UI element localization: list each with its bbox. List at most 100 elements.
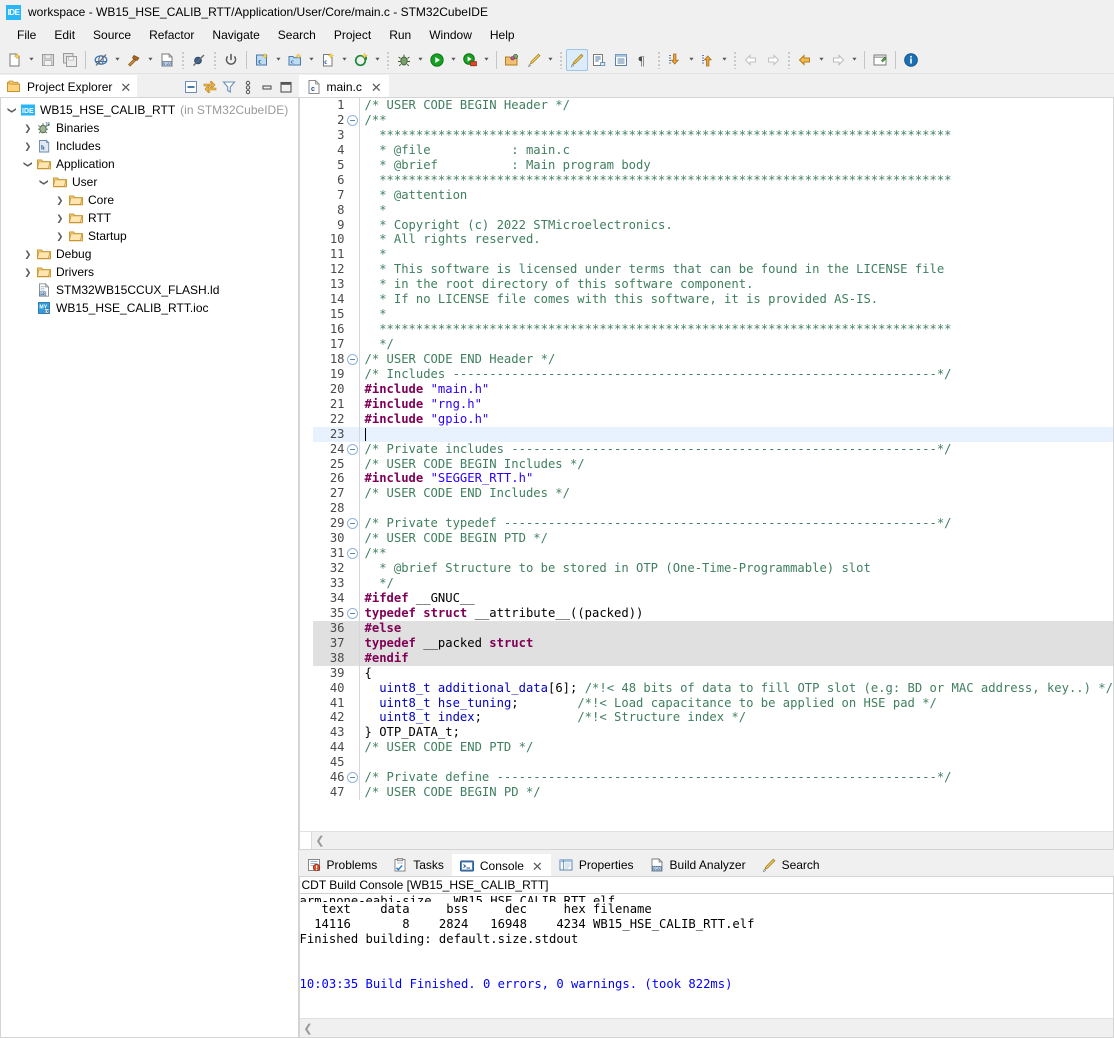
code-line[interactable]: 14 * If no LICENSE file comes with this …	[299, 292, 1113, 308]
tree-item-includes[interactable]: h Includes	[1, 137, 298, 155]
tree-item-wb15-hse-calib-rtt[interactable]: IDE WB15_HSE_CALIB_RTT (in STM32CubeIDE)	[1, 101, 298, 119]
chevron-down-icon[interactable]	[849, 49, 860, 71]
close-icon[interactable]: ✕	[532, 860, 543, 873]
chevron-down-icon[interactable]	[372, 49, 383, 71]
fold-collapse-icon[interactable]	[346, 444, 359, 455]
forward-history-icon[interactable]	[827, 49, 849, 71]
editor-marker-gutter[interactable]	[299, 665, 313, 681]
tree-item-binaries[interactable]: 10 Binaries	[1, 119, 298, 137]
menu-project[interactable]: Project	[325, 26, 380, 44]
code-line[interactable]: 13 * in the root directory of this softw…	[299, 277, 1113, 293]
editor-marker-gutter[interactable]	[299, 456, 313, 472]
code-line[interactable]: 29 /* Private typedef -------------------…	[299, 516, 1113, 532]
tab-search[interactable]: Search	[754, 854, 828, 876]
code-line[interactable]: 35 typedef struct __attribute__((packed))	[299, 605, 1113, 621]
binary-010-icon[interactable]: 010	[156, 49, 178, 71]
editor-marker-gutter[interactable]	[299, 740, 313, 756]
tab-console[interactable]: Console ✕	[451, 854, 551, 876]
chevron-right-icon[interactable]	[53, 191, 67, 209]
terminate-icon[interactable]	[220, 49, 242, 71]
scroll-left-icon[interactable]: ❮	[312, 832, 329, 849]
editor-marker-gutter[interactable]	[299, 546, 313, 562]
debug-bug-icon[interactable]	[393, 49, 415, 71]
editor-marker-gutter[interactable]	[299, 576, 313, 591]
code-line[interactable]: 27 /* USER CODE END Includes */	[299, 486, 1113, 502]
code-line[interactable]: 34 #ifdef __GNUC__	[299, 590, 1113, 606]
run-icon[interactable]	[426, 49, 448, 71]
editor-marker-gutter[interactable]	[299, 142, 313, 158]
show-whitespace-pilcrow-icon[interactable]: ¶	[632, 49, 654, 71]
link-with-editor-icon[interactable]	[202, 78, 219, 95]
editor-marker-gutter[interactable]	[299, 635, 313, 651]
code-line[interactable]: 11 *	[299, 247, 1113, 263]
tab-problems[interactable]: Problems	[299, 854, 386, 876]
code-line[interactable]: 36 #else	[299, 620, 1113, 636]
console-scroll-track[interactable]	[317, 1019, 1113, 1037]
chevron-right-icon[interactable]	[21, 263, 35, 281]
chevron-down-icon[interactable]	[26, 49, 37, 71]
menu-file[interactable]: File	[8, 26, 45, 44]
tree-item-debug[interactable]: Debug	[1, 245, 298, 263]
code-line[interactable]: 12 * This software is licensed under ter…	[299, 262, 1113, 278]
chevron-right-icon[interactable]	[21, 245, 35, 263]
editor-horizontal-scrollbar[interactable]: ❮	[298, 831, 1114, 850]
chevron-down-icon[interactable]	[339, 49, 350, 71]
code-line[interactable]: 19 /* Includes --------------------------…	[299, 366, 1113, 382]
maximize-icon[interactable]	[278, 78, 295, 95]
tree-item-wb15-hse-calib-rtt-ioc[interactable]: MY IX WB15_HSE_CALIB_RTT.ioc	[1, 299, 298, 317]
code-line[interactable]: 17 */	[299, 337, 1113, 352]
editor-marker-gutter[interactable]	[299, 127, 313, 143]
chevron-down-icon[interactable]	[145, 49, 156, 71]
chevron-down-icon[interactable]	[816, 49, 827, 71]
chevron-down-icon[interactable]	[37, 173, 51, 191]
code-line[interactable]: 3 **************************************…	[299, 127, 1113, 143]
tab-project-explorer[interactable]: Project Explorer ✕	[0, 75, 138, 97]
open-resource-icon[interactable]	[501, 49, 523, 71]
save-all-icon[interactable]	[59, 49, 81, 71]
editor-marker-gutter[interactable]	[299, 381, 313, 397]
tree-item-drivers[interactable]: Drivers	[1, 263, 298, 281]
chevron-down-icon[interactable]	[686, 49, 697, 71]
forward-disabled-icon[interactable]	[762, 49, 784, 71]
close-icon[interactable]: ✕	[120, 81, 131, 94]
scroll-left-icon[interactable]: ❮	[300, 1020, 317, 1037]
code-editor[interactable]: 1/* USER CODE BEGIN Header */2/** 3 *****…	[298, 97, 1114, 831]
code-line[interactable]: 23	[299, 426, 1113, 442]
code-line[interactable]: 9 * Copyright (c) 2022 STMicroelectronic…	[299, 217, 1113, 233]
editor-marker-gutter[interactable]	[299, 710, 313, 726]
chevron-down-icon[interactable]	[415, 49, 426, 71]
editor-marker-gutter[interactable]	[299, 650, 313, 666]
code-line[interactable]: 10 * All rights reserved.	[299, 232, 1113, 248]
open-type-icon[interactable]	[610, 49, 632, 71]
code-line[interactable]: 6 **************************************…	[299, 172, 1113, 188]
code-line[interactable]: 18 /* USER CODE END Header */	[299, 351, 1113, 367]
editor-marker-gutter[interactable]	[299, 501, 313, 517]
menu-refactor[interactable]: Refactor	[140, 26, 203, 44]
menu-navigate[interactable]: Navigate	[203, 26, 268, 44]
menu-search[interactable]: Search	[269, 26, 325, 44]
code-line[interactable]: 25 /* USER CODE BEGIN Includes */	[299, 456, 1113, 472]
code-line[interactable]: 8 *	[299, 202, 1113, 218]
code-editor-viewport[interactable]: 1/* USER CODE BEGIN Header */2/** 3 *****…	[299, 98, 1113, 831]
code-line[interactable]: 16 *************************************…	[299, 322, 1113, 337]
back-disabled-icon[interactable]	[740, 49, 762, 71]
chevron-down-icon[interactable]	[306, 49, 317, 71]
editor-marker-gutter[interactable]	[299, 785, 313, 801]
run-external-tools-icon[interactable]	[459, 49, 481, 71]
code-line[interactable]: 7 * @attention	[299, 187, 1113, 203]
back-history-icon[interactable]	[794, 49, 816, 71]
editor-marker-gutter[interactable]	[299, 561, 313, 576]
chevron-right-icon[interactable]	[53, 227, 67, 245]
chevron-right-icon[interactable]	[53, 209, 67, 227]
tree-item-user[interactable]: User	[1, 173, 298, 191]
code-line[interactable]: 28	[299, 501, 1113, 517]
chevron-down-icon[interactable]	[545, 49, 556, 71]
editor-marker-gutter[interactable]	[299, 322, 313, 337]
code-line[interactable]: 45	[299, 755, 1113, 771]
editor-marker-gutter[interactable]	[299, 396, 313, 412]
chevron-down-icon[interactable]	[448, 49, 459, 71]
code-line[interactable]: 40 uint8_t additional_data[6]; /*!< 48 b…	[299, 680, 1113, 696]
editor-marker-gutter[interactable]	[299, 247, 313, 263]
editor-marker-gutter[interactable]	[299, 232, 313, 248]
project-tree[interactable]: IDE WB15_HSE_CALIB_RTT (in STM32CubeIDE) 10…	[0, 97, 299, 1038]
